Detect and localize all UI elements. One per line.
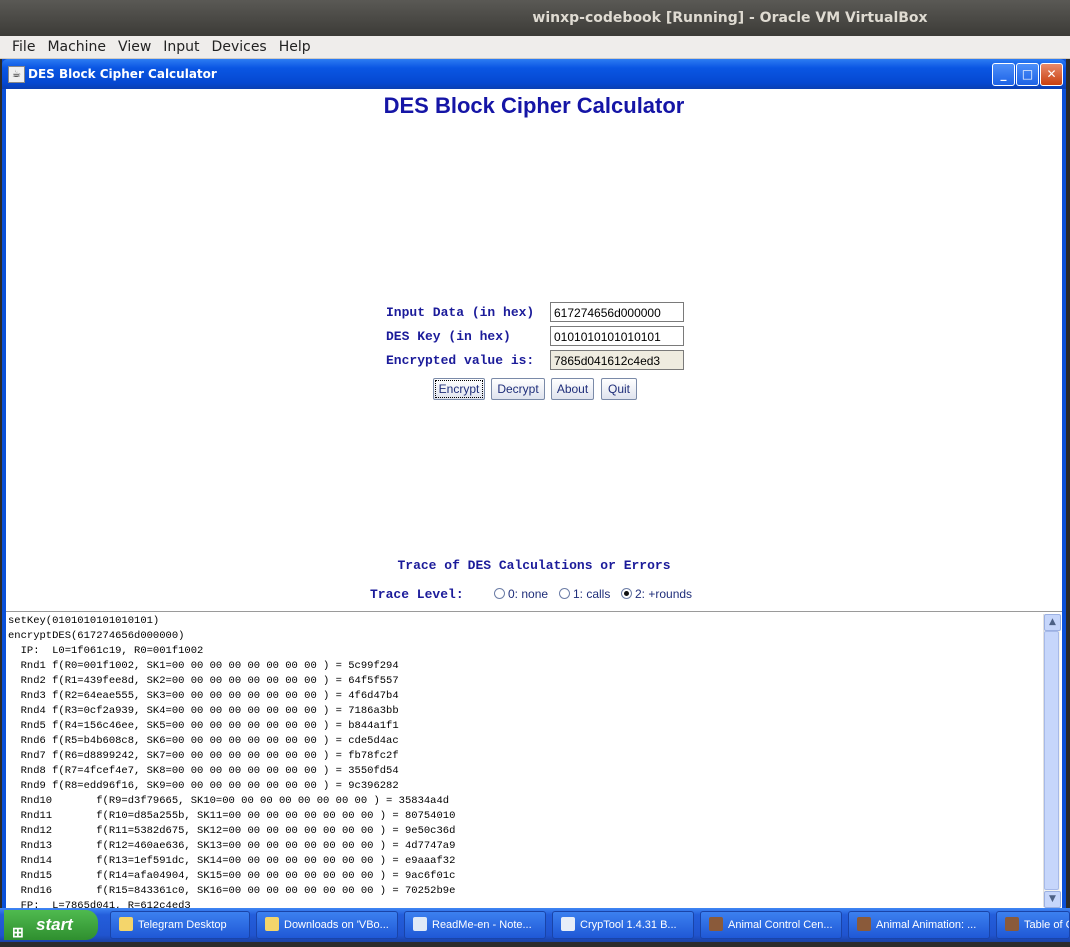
trace-title: Trace of DES Calculations or Errors <box>397 558 671 573</box>
trace-level-label: Trace Level: <box>370 587 464 602</box>
trace-option-none-label: 0: none <box>508 587 549 601</box>
trace-line: Rnd12 f(R11=5382d675, SK12=00 00 00 00 0… <box>8 825 456 837</box>
java-cup-icon: ☕ <box>8 66 25 83</box>
scroll-thumb[interactable] <box>1044 631 1059 890</box>
menu-input[interactable]: Input <box>157 36 205 58</box>
task-animal-control[interactable]: Animal Control Cen... <box>700 911 842 939</box>
task-label: Animal Control Cen... <box>728 919 833 931</box>
trace-line: Rnd4 f(R3=0cf2a939, SK4=00 00 00 00 00 0… <box>8 705 399 717</box>
trace-line: Rnd5 f(R4=156c46ee, SK5=00 00 00 00 00 0… <box>8 720 399 732</box>
trace-line: IP: L0=1f061c19, R0=001f1002 <box>8 645 204 657</box>
task-label: Downloads on 'VBo... <box>284 919 389 931</box>
trace-option-rounds-label: 2: +rounds <box>635 587 693 601</box>
app-content: DES Block Cipher Calculator Input Data (… <box>6 89 1062 909</box>
trace-line: Rnd11 f(R10=d85a255b, SK11=00 00 00 00 0… <box>8 810 456 822</box>
close-button[interactable]: ✕ <box>1040 63 1063 86</box>
task-label: Telegram Desktop <box>138 919 227 931</box>
radio-selected-icon <box>621 588 632 599</box>
task-downloads[interactable]: Downloads on 'VBo... <box>256 911 398 939</box>
trace-line: Rnd6 f(R5=b4b608c8, SK6=00 00 00 00 00 0… <box>8 735 399 747</box>
trace-output-text: setKey(0101010101010101) encryptDES(61727… <box>8 614 1038 909</box>
minimize-button[interactable]: _ <box>992 63 1015 86</box>
scroll-up-icon[interactable]: ▲ <box>1044 614 1061 631</box>
windows-flag-icon: ⊞ <box>12 924 24 940</box>
task-telegram[interactable]: Telegram Desktop <box>110 911 250 939</box>
trace-line: Rnd9 f(R8=edd96f16, SK9=00 00 00 00 00 0… <box>8 780 399 792</box>
menu-view[interactable]: View <box>112 36 157 58</box>
taskbar: ⊞ start Telegram Desktop Downloads on 'V… <box>0 908 1070 942</box>
trace-line: Rnd7 f(R6=d8899242, SK7=00 00 00 00 00 0… <box>8 750 399 762</box>
menu-file[interactable]: File <box>0 36 41 58</box>
network-folder-icon <box>265 917 279 931</box>
cryptool-icon <box>561 917 575 931</box>
trace-line: Rnd16 f(R15=843361c0, SK16=00 00 00 00 0… <box>8 885 456 897</box>
menu-help[interactable]: Help <box>273 36 317 58</box>
start-label: start <box>36 915 73 934</box>
about-button[interactable]: About <box>551 378 594 400</box>
maximize-button[interactable]: □ <box>1016 63 1039 86</box>
task-table-of-contents[interactable]: Table of C <box>996 911 1070 939</box>
trace-line: Rnd8 f(R7=4fcef4e7, SK8=00 00 00 00 00 0… <box>8 765 399 777</box>
task-label: ReadMe-en - Note... <box>432 919 532 931</box>
trace-line: Rnd13 f(R12=460ae636, SK13=00 00 00 00 0… <box>8 840 456 852</box>
input-data-field[interactable]: 617274656d000000 <box>550 302 684 322</box>
task-cryptool[interactable]: CrypTool 1.4.31 B... <box>552 911 694 939</box>
input-data-label: Input Data (in hex) <box>386 305 535 320</box>
trace-line: Rnd2 f(R1=439fee8d, SK2=00 00 00 00 00 0… <box>8 675 399 687</box>
notepad-icon <box>413 917 427 931</box>
encrypt-button[interactable]: Encrypt <box>433 378 485 400</box>
app-icon <box>857 917 871 931</box>
task-label: Table of C <box>1024 919 1070 931</box>
radio-icon <box>494 588 505 599</box>
trace-scrollbar[interactable]: ▲ ▼ <box>1043 614 1061 908</box>
encrypted-value-label: Encrypted value is: <box>386 353 535 368</box>
trace-line: Rnd15 f(R14=afa04904, SK15=00 00 00 00 0… <box>8 870 456 882</box>
folder-icon <box>119 917 133 931</box>
host-title-bar: winxp-codebook [Running] - Oracle VM Vir… <box>0 0 1070 37</box>
trace-line: Rnd14 f(R13=1ef591dc, SK14=00 00 00 00 0… <box>8 855 456 867</box>
task-readme[interactable]: ReadMe-en - Note... <box>404 911 546 939</box>
trace-line: Rnd3 f(R2=64eae555, SK3=00 00 00 00 00 0… <box>8 690 399 702</box>
window-title: DES Block Cipher Calculator <box>28 67 217 81</box>
trace-output-area[interactable]: setKey(0101010101010101) encryptDES(61727… <box>6 611 1062 909</box>
trace-option-rounds[interactable]: 2: +rounds <box>621 586 692 602</box>
host-menu-bar: File Machine View Input Devices Help <box>0 36 1070 59</box>
app-heading: DES Block Cipher Calculator <box>383 93 685 118</box>
window-title-bar[interactable]: ☕ DES Block Cipher Calculator _ □ ✕ <box>2 59 1066 89</box>
trace-line: Rnd10 f(R9=d3f79665, SK10=00 00 00 00 00… <box>8 795 450 807</box>
des-key-label: DES Key (in hex) <box>386 329 511 344</box>
menu-machine[interactable]: Machine <box>41 36 112 58</box>
trace-line: Rnd1 f(R0=001f1002, SK1=00 00 00 00 00 0… <box>8 660 399 672</box>
trace-line: encryptDES(617274656d000000) <box>8 630 185 642</box>
start-button[interactable]: ⊞ start <box>4 910 98 940</box>
decrypt-button[interactable]: Decrypt <box>491 378 545 400</box>
trace-option-calls[interactable]: 1: calls <box>559 586 610 602</box>
radio-icon <box>559 588 570 599</box>
app-icon <box>709 917 723 931</box>
trace-line: setKey(0101010101010101) <box>8 615 160 627</box>
task-label: CrypTool 1.4.31 B... <box>580 919 677 931</box>
trace-option-calls-label: 1: calls <box>573 587 611 601</box>
task-animal-animation[interactable]: Animal Animation: ... <box>848 911 990 939</box>
scroll-down-icon[interactable]: ▼ <box>1044 891 1061 908</box>
encrypted-value-field[interactable]: 7865d041612c4ed3 <box>550 350 684 370</box>
host-title: winxp-codebook [Running] - Oracle VM Vir… <box>532 10 928 26</box>
quit-button[interactable]: Quit <box>601 378 637 400</box>
des-key-field[interactable]: 0101010101010101 <box>550 326 684 346</box>
menu-devices[interactable]: Devices <box>206 36 273 58</box>
trace-option-none[interactable]: 0: none <box>494 586 548 602</box>
app-icon <box>1005 917 1019 931</box>
task-label: Animal Animation: ... <box>876 919 977 931</box>
des-calculator-window: ☕ DES Block Cipher Calculator _ □ ✕ DES … <box>2 59 1066 909</box>
